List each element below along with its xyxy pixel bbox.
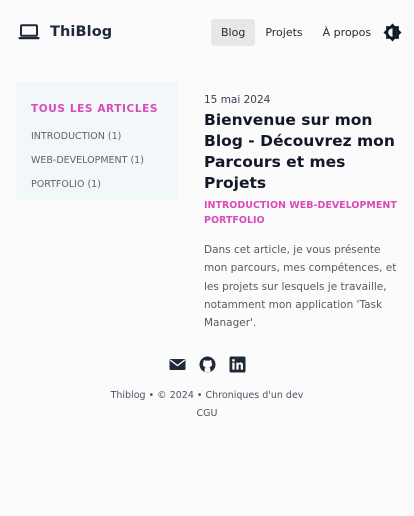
tag-introduction[interactable]: INTRODUCTION	[204, 200, 286, 211]
sidebar-item-portfolio[interactable]: PORTFOLIO (1)	[31, 173, 178, 197]
brand-name: ThiBlog	[50, 24, 113, 40]
post-tags: INTRODUCTION WEB-DEVELOPMENT PORTFOLIO	[204, 198, 404, 228]
social-links	[0, 356, 414, 374]
nav-a-propos[interactable]: À propos	[313, 19, 381, 46]
github-icon[interactable]	[199, 356, 216, 373]
main-nav: Blog Projets À propos	[211, 19, 381, 46]
theme-toggle-button[interactable]	[383, 23, 402, 42]
sidebar-item-introduction[interactable]: INTRODUCTION (1)	[31, 125, 178, 149]
tag-web-development[interactable]: WEB-DEVELOPMENT	[289, 200, 397, 211]
nav-blog[interactable]: Blog	[211, 19, 256, 46]
linkedin-icon[interactable]	[229, 356, 246, 373]
site-header: ThiBlog Blog Projets À propos	[0, 0, 414, 64]
post-title-link[interactable]: Bienvenue sur mon Blog - Découvrez mon P…	[204, 110, 404, 194]
sidebar-title: TOUS LES ARTICLES	[31, 103, 159, 115]
sidebar-item-web-development[interactable]: WEB-DEVELOPMENT (1)	[31, 149, 178, 173]
mail-icon[interactable]	[169, 356, 186, 373]
footer-copyright: Thiblog • © 2024 • Chroniques d'un dev	[110, 390, 304, 401]
site-footer: Thiblog • © 2024 • Chroniques d'un dev C…	[0, 356, 414, 419]
post-card: 15 mai 2024 Bienvenue sur mon Blog - Déc…	[204, 94, 404, 332]
nav-projets[interactable]: Projets	[255, 19, 312, 46]
articles-sidebar: TOUS LES ARTICLES INTRODUCTION (1) WEB-D…	[16, 82, 178, 200]
tag-portfolio[interactable]: PORTFOLIO	[204, 215, 265, 226]
post-excerpt: Dans cet article, je vous présente mon p…	[204, 244, 397, 330]
cgu-link[interactable]: CGU	[0, 408, 414, 419]
brand-link[interactable]: ThiBlog	[18, 21, 112, 43]
post-date: 15 mai 2024	[204, 94, 271, 106]
contrast-icon	[383, 23, 402, 46]
laptop-icon	[18, 24, 40, 40]
